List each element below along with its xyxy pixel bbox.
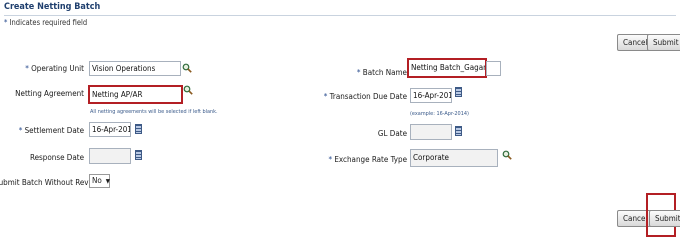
transaction-due-date-input[interactable]: 16-Apr-2014 (410, 88, 452, 103)
settlement-date-label: * Settlement Date (18, 126, 84, 135)
calendar-icon[interactable] (135, 150, 142, 160)
netting-agreement-input[interactable]: Netting AP/AR (88, 85, 183, 104)
gl-date-label: GL Date (377, 129, 407, 138)
response-date-input[interactable] (89, 148, 131, 164)
search-icon[interactable] (183, 85, 193, 95)
calendar-icon[interactable] (455, 126, 462, 136)
gl-date-input[interactable] (410, 124, 452, 140)
search-icon[interactable] (182, 63, 192, 73)
header-divider (4, 15, 676, 16)
chevron-down-icon: ▼ (105, 178, 110, 185)
submit-without-review-value: No (92, 176, 102, 185)
netting-agreement-hint: All netting agreements will be selected … (90, 109, 218, 115)
page-title: Create Netting Batch (4, 2, 101, 12)
calendar-icon[interactable] (455, 87, 462, 97)
exchange-rate-type-label: * Exchange Rate Type (328, 155, 407, 164)
submit-button-bottom[interactable]: Submit (649, 210, 680, 227)
exchange-rate-type-input[interactable]: Corporate (410, 149, 498, 167)
batch-name-input-tail (486, 61, 501, 76)
transaction-due-date-hint: (example: 16-Apr-2014) (410, 111, 469, 117)
netting-agreement-label: Netting Agreement (15, 89, 84, 98)
operating-unit-input[interactable]: Vision Operations (89, 61, 181, 76)
settlement-date-input[interactable]: 16-Apr-2014 (89, 122, 131, 137)
search-icon[interactable] (502, 150, 512, 160)
transaction-due-date-label: * Transaction Due Date (323, 92, 407, 101)
submit-without-review-select[interactable]: No ▼ (89, 174, 110, 188)
submit-without-review-label: Submit Batch Without Review (0, 178, 101, 187)
batch-name-label: * Batch Name (356, 68, 407, 77)
operating-unit-label: * Operating Unit (25, 64, 84, 73)
response-date-label: Response Date (29, 153, 84, 162)
required-field-note: * Indicates required field (4, 18, 88, 27)
required-field-note-text: Indicates required field (9, 18, 88, 27)
calendar-icon[interactable] (135, 124, 142, 134)
batch-name-input[interactable]: Netting Batch_Gagan (407, 58, 487, 78)
submit-button-top[interactable]: Submit (647, 34, 680, 51)
